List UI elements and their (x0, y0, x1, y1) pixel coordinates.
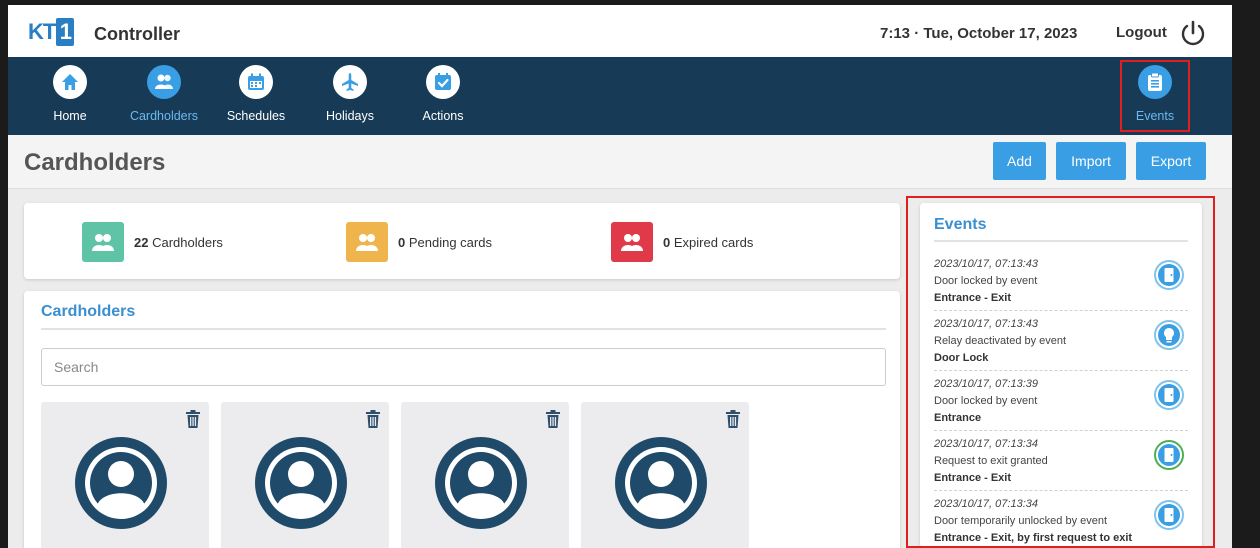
logo-prefix: KT (28, 19, 56, 44)
events-panel-highlight (906, 196, 1215, 548)
nav-schedules[interactable]: Schedules (216, 65, 296, 123)
expired-group-icon (611, 222, 653, 262)
cardholders-icon (147, 65, 181, 99)
trash-icon[interactable] (185, 410, 201, 428)
logo-digit: 1 (56, 18, 75, 46)
user-avatar-icon (255, 437, 347, 529)
cardholders-group-icon (82, 222, 124, 262)
summary-pending-text: 0 Pending cards (398, 234, 492, 250)
airplane-icon (333, 65, 367, 99)
user-avatar-icon (435, 437, 527, 529)
app-window: KT 1 Controller 7:13 · Tue, October 17, 2… (8, 5, 1232, 548)
import-button[interactable]: Import (1056, 142, 1126, 180)
cardholders-panel: Cardholders (24, 291, 900, 548)
nav-schedules-label: Schedules (226, 109, 286, 123)
kt1-logo[interactable]: KT 1 (28, 18, 75, 46)
nav-home[interactable]: Home (30, 65, 110, 123)
datetime-display: 7:13 · Tue, October 17, 2023 (880, 25, 1078, 42)
nav-actions-label: Actions (422, 109, 464, 123)
summary-cardholders[interactable]: 22 Cardholders (82, 222, 223, 262)
pending-group-icon (346, 222, 388, 262)
cardholder-card[interactable] (581, 402, 749, 548)
power-icon[interactable] (1179, 19, 1207, 47)
divider (41, 328, 886, 330)
cardholder-card[interactable] (221, 402, 389, 548)
export-button[interactable]: Export (1136, 142, 1206, 180)
checklist-icon (426, 65, 460, 99)
summary-card: 22 Cardholders 0 Pending cards 0 Expired… (24, 203, 900, 279)
nav-holidays[interactable]: Holidays (310, 65, 390, 123)
cardholders-panel-title: Cardholders (41, 303, 136, 320)
summary-cardholders-text: 22 Cardholders (134, 234, 223, 250)
trash-icon[interactable] (365, 410, 381, 428)
search-input[interactable] (41, 348, 886, 386)
cardholder-card[interactable] (41, 402, 209, 548)
logout-link[interactable]: Logout (1116, 24, 1167, 41)
nav-home-label: Home (53, 109, 87, 123)
calendar-icon (239, 65, 273, 99)
top-bar: KT 1 Controller 7:13 · Tue, October 17, 2… (8, 5, 1232, 57)
app-title: Controller (94, 24, 181, 44)
trash-icon[interactable] (725, 410, 741, 428)
page-header: Cardholders Add Import Export (8, 135, 1232, 189)
summary-expired-text: 0 Expired cards (663, 234, 754, 250)
nav-cardholders[interactable]: Cardholders (124, 65, 204, 123)
nav-cardholders-label: Cardholders (129, 109, 199, 123)
summary-expired[interactable]: 0 Expired cards (611, 222, 753, 262)
user-avatar-icon (75, 437, 167, 529)
cardholder-card[interactable] (401, 402, 569, 548)
home-icon (53, 65, 87, 99)
add-button[interactable]: Add (993, 142, 1046, 180)
nav-holidays-label: Holidays (326, 109, 374, 123)
main-nav: Home Cardholders Schedules Holidays Acti… (8, 57, 1232, 135)
page-title: Cardholders (24, 149, 166, 176)
trash-icon[interactable] (545, 410, 561, 428)
user-avatar-icon (615, 437, 707, 529)
nav-actions[interactable]: Actions (403, 65, 483, 123)
summary-pending[interactable]: 0 Pending cards (346, 222, 492, 262)
events-nav-highlight (1120, 60, 1190, 132)
